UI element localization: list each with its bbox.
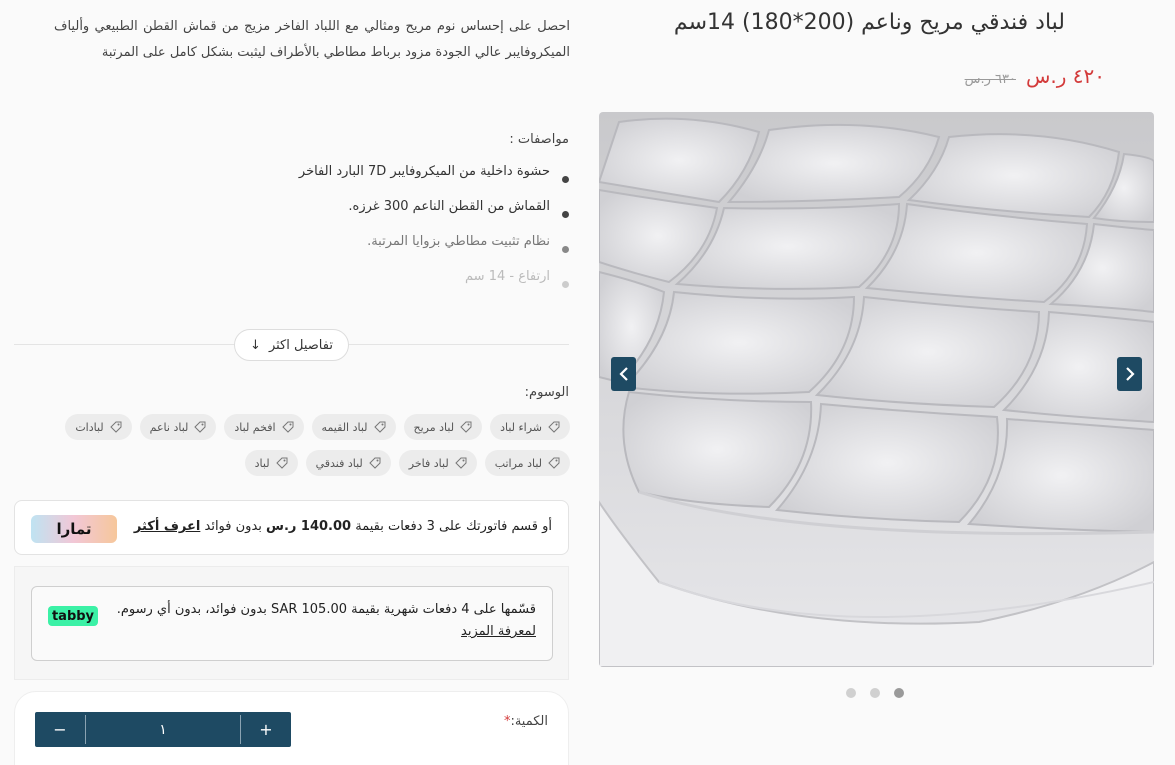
tag-icon: [460, 421, 472, 433]
tag-label: لباد فاخر: [408, 456, 449, 470]
tabby-widget: قسّمها على 4 دفعات شهرية بقيمة SAR 105.0…: [31, 586, 553, 661]
tag-item[interactable]: لباد مريح: [403, 414, 483, 440]
spec-text: حشوة داخلية من الميكروفايبر 7D البارد ال…: [298, 163, 550, 179]
tamara-text: أو قسم فاتورتك على 3 دفعات بقيمة 140.00 …: [134, 519, 552, 534]
tags-list: شراء لباد لباد مريح لباد القيمه افخم لبا…: [54, 414, 570, 476]
chevron-left-icon: [618, 367, 628, 381]
tamara-widget: أو قسم فاتورتك على 3 دفعات بقيمة 140.00 …: [14, 500, 569, 555]
spec-text: ارتفاع - 14 سم: [465, 268, 550, 284]
spec-item: القماش من القطن الناعم 300 غرزه.: [299, 195, 569, 218]
gallery-pagination: [846, 688, 904, 698]
quantity-label: الكمية:*: [504, 714, 548, 729]
bullet-icon: [562, 210, 569, 218]
tabby-description: قسّمها على 4 دفعات شهرية بقيمة SAR 105.0…: [116, 602, 536, 617]
more-details-label: تفاصيل اكثر: [268, 337, 333, 353]
gallery-dot[interactable]: [870, 688, 880, 698]
tag-icon: [548, 421, 560, 433]
tag-label: لبادات: [75, 420, 104, 434]
bullet-icon: [562, 245, 569, 253]
tabby-learn-more-link[interactable]: لمعرفة المزيد: [461, 624, 536, 639]
tags-title: الوسوم:: [524, 385, 569, 400]
tag-icon: [369, 457, 381, 469]
specs-list: حشوة داخلية من الميكروفايبر 7D البارد ال…: [299, 160, 569, 300]
tag-icon: [109, 421, 122, 433]
bullet-icon: [562, 175, 569, 183]
quantity-card: الكمية:* − ١ +: [14, 691, 569, 765]
tag-label: افخم لباد: [234, 420, 276, 434]
product-description: احصل على إحساس نوم مريح ومثالي مع اللباد…: [54, 19, 570, 60]
spec-item: ارتفاع - 14 سم: [299, 265, 569, 288]
tag-icon: [454, 457, 467, 469]
gallery-dot-active[interactable]: [894, 688, 904, 698]
tag-icon: [194, 421, 206, 433]
arrow-down-icon: ↓: [250, 337, 261, 353]
price-current: ٤٢٠ ر.س: [1025, 64, 1105, 88]
tag-item[interactable]: لباد ناعم: [139, 414, 217, 440]
tamara-logo: تمارا: [31, 515, 117, 543]
tabby-logo: tabby: [48, 606, 98, 626]
tamara-text-after: بدون فوائد: [204, 519, 262, 534]
tag-label: لباد مريح: [413, 420, 455, 434]
tag-icon: [281, 421, 294, 433]
price-row: ٤٢٠ ر.س ٦٣٠ ر.س: [965, 64, 1105, 88]
gallery-dot[interactable]: [846, 688, 856, 698]
chevron-right-icon: [1125, 367, 1135, 381]
tamara-learn-more-link[interactable]: اعرف أكثر: [134, 519, 200, 534]
quantity-stepper: − ١ +: [35, 712, 291, 747]
tag-label: لباد: [254, 456, 270, 470]
spec-text: نظام تثبيت مطاطي بزوايا المرتبة.: [367, 233, 550, 249]
tag-label: لباد مراتب: [494, 456, 542, 470]
spec-item: نظام تثبيت مطاطي بزوايا المرتبة.: [299, 230, 569, 253]
tag-item[interactable]: شراء لباد: [490, 414, 570, 440]
tamara-amount: 140.00 ر.س: [266, 519, 352, 534]
spec-item: حشوة داخلية من الميكروفايبر 7D البارد ال…: [298, 160, 569, 183]
tag-item[interactable]: افخم لباد: [224, 414, 304, 440]
spec-text: القماش من القطن الناعم 300 غرزه.: [348, 198, 550, 214]
quantity-input[interactable]: ١: [86, 712, 240, 747]
price-original: ٦٣٠ ر.س: [964, 72, 1016, 87]
tag-label: لباد ناعم: [149, 420, 189, 434]
bullet-icon: [562, 280, 569, 288]
tag-label: لباد القيمه: [321, 420, 368, 434]
tag-item[interactable]: لباد: [244, 450, 298, 476]
tag-label: لباد فندقي: [315, 456, 363, 470]
tag-item[interactable]: لبادات: [65, 414, 132, 440]
tag-icon: [275, 457, 288, 469]
gallery-next-button[interactable]: [1117, 357, 1142, 391]
more-details-button[interactable]: تفاصيل اكثر ↓: [234, 329, 349, 361]
quantity-decrease-button[interactable]: −: [35, 712, 85, 747]
tag-item[interactable]: لباد القيمه: [311, 414, 396, 440]
quantity-increase-button[interactable]: +: [241, 712, 291, 747]
tag-item[interactable]: لباد مراتب: [484, 450, 570, 476]
tag-label: شراء لباد: [500, 420, 542, 434]
product-title: لباد فندقي مريح وناعم (200*180) 14سم: [673, 10, 1065, 35]
gallery-prev-button[interactable]: [611, 357, 636, 391]
tag-icon: [548, 457, 560, 469]
tag-item[interactable]: لباد فندقي: [305, 450, 391, 476]
tabby-section: قسّمها على 4 دفعات شهرية بقيمة SAR 105.0…: [14, 566, 569, 680]
product-gallery: [599, 112, 1154, 667]
tag-icon: [373, 421, 386, 433]
product-image-mattress: [599, 112, 1154, 667]
tag-item[interactable]: لباد فاخر: [398, 450, 477, 476]
quantity-label-text: الكمية:: [510, 714, 548, 729]
specs-title: مواصفات :: [509, 132, 569, 147]
tabby-text: قسّمها على 4 دفعات شهرية بقيمة SAR 105.0…: [116, 599, 536, 643]
tamara-text-before: أو قسم فاتورتك على 3 دفعات بقيمة: [355, 519, 552, 534]
